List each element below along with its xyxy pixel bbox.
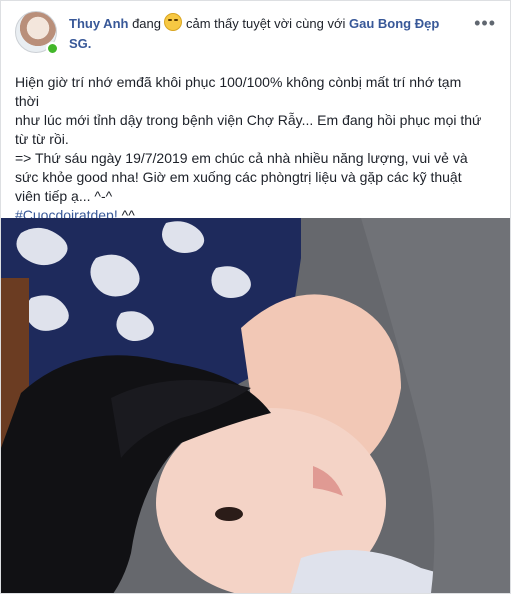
post-body: Hiện giờ trí nhớ emđã khôi phục 100/100%…	[15, 73, 485, 225]
ellipsis-icon[interactable]: •••	[474, 13, 496, 34]
post-text-line: như lúc mới tỉnh dậy trong bệnh viện Chợ…	[15, 112, 482, 128]
post-photo[interactable]	[1, 218, 510, 593]
post-card: Thuy Anh đang cảm thấy tuyệt vời cùng với…	[0, 0, 511, 594]
verb-text: đang	[132, 16, 161, 31]
grinning-emoji-icon	[164, 13, 182, 31]
online-status-icon	[46, 42, 59, 55]
tagged-link[interactable]: Gau Bong Đẹp	[349, 16, 439, 31]
tagged-link-line2[interactable]: SG.	[69, 36, 91, 51]
author-name-link[interactable]: Thuy Anh	[69, 16, 128, 31]
post-text-line: viên tiếp ạ... ^-^	[15, 188, 113, 204]
post-header: Thuy Anh đang cảm thấy tuyệt vời cùng với…	[15, 11, 500, 61]
post-headline: Thuy Anh đang cảm thấy tuyệt vời cùng với…	[69, 13, 469, 54]
post-text-line: => Thứ sáu ngày 19/7/2019 em chúc cả nhà…	[15, 150, 468, 166]
post-text-line: sức khỏe good nha! Giờ em xuống các phòn…	[15, 169, 462, 185]
post-text-line: từ từ rồi.	[15, 131, 69, 147]
photo-illustration	[1, 218, 510, 593]
post-text-line: Hiện giờ trí nhớ emđã khôi phục 100/100%…	[15, 74, 462, 109]
feeling-text: cảm thấy tuyệt vời cùng với	[186, 16, 346, 31]
